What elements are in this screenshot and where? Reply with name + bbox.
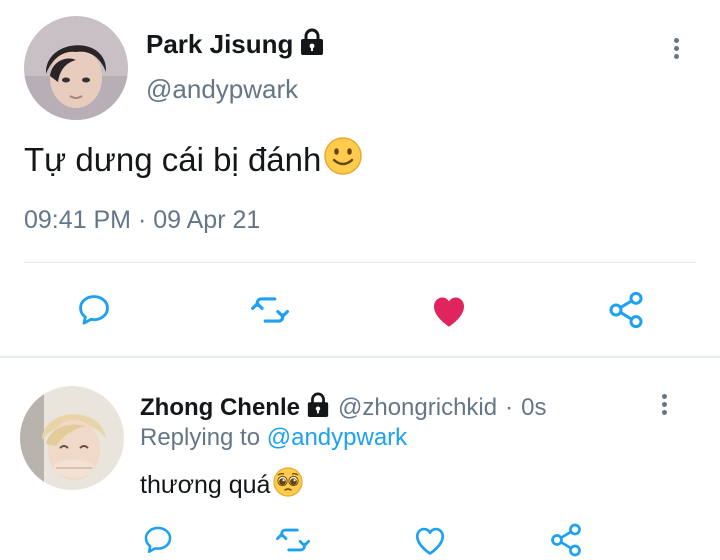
timestamp-separator: ·: [137, 206, 147, 234]
divider: [24, 262, 696, 263]
share-button[interactable]: [604, 288, 648, 332]
reply-name-row: Zhong Chenle @zhongrichkid · 0s: [140, 392, 546, 423]
reply-icon: [144, 526, 172, 554]
share-icon: [551, 523, 581, 557]
pleading-face-icon: [272, 466, 304, 505]
reply-icon: [79, 295, 109, 325]
tweet-date: 09 Apr 21: [153, 206, 261, 234]
heart-filled-icon: [434, 297, 464, 327]
reply-retweet-button[interactable]: [272, 520, 314, 560]
reply-more-options-icon[interactable]: [662, 392, 667, 416]
replying-to-link[interactable]: @andypwark: [267, 424, 407, 451]
lock-icon: [306, 392, 330, 423]
reply-time: 0s: [521, 393, 547, 421]
heart-outline-icon: [415, 527, 445, 555]
retweet-button[interactable]: [247, 288, 293, 332]
author-name-row: Park Jisung: [146, 28, 325, 61]
like-button[interactable]: [426, 288, 472, 332]
replying-to: Replying to @andypwark: [140, 424, 407, 452]
slightly-smiling-face-icon: [323, 136, 363, 184]
reply-text-content: thương quá: [140, 471, 271, 499]
tweet-timestamp: 09:41 PM · 09 Apr 21: [24, 206, 260, 235]
reply-like-button[interactable]: [410, 520, 450, 560]
retweet-icon: [275, 528, 310, 552]
reply-author-handle[interactable]: @zhongrichkid: [338, 394, 497, 422]
reply-text: thương quá: [140, 466, 304, 505]
tweet-text: Tự dưng cái bị đánh: [24, 136, 363, 184]
author-display-name[interactable]: Park Jisung: [146, 29, 293, 60]
lock-icon: [299, 28, 325, 61]
reply-author-display-name[interactable]: Zhong Chenle: [140, 394, 300, 422]
reply-separator: ·: [505, 393, 514, 421]
tweet-text-content: Tự dưng cái bị đánh: [24, 141, 322, 178]
reply-reply-button[interactable]: [138, 520, 178, 560]
section-divider: [0, 356, 720, 358]
reply-author-avatar[interactable]: [20, 386, 124, 490]
author-avatar[interactable]: [24, 16, 128, 120]
more-options-icon[interactable]: [674, 36, 679, 60]
tweet-time: 09:41 PM: [24, 206, 132, 234]
replying-to-label: Replying to: [140, 424, 261, 451]
reply-button[interactable]: [72, 288, 116, 332]
author-handle[interactable]: @andypwark: [146, 74, 298, 105]
reply-share-button[interactable]: [546, 520, 586, 560]
retweet-icon: [250, 297, 289, 323]
share-icon: [609, 291, 643, 329]
